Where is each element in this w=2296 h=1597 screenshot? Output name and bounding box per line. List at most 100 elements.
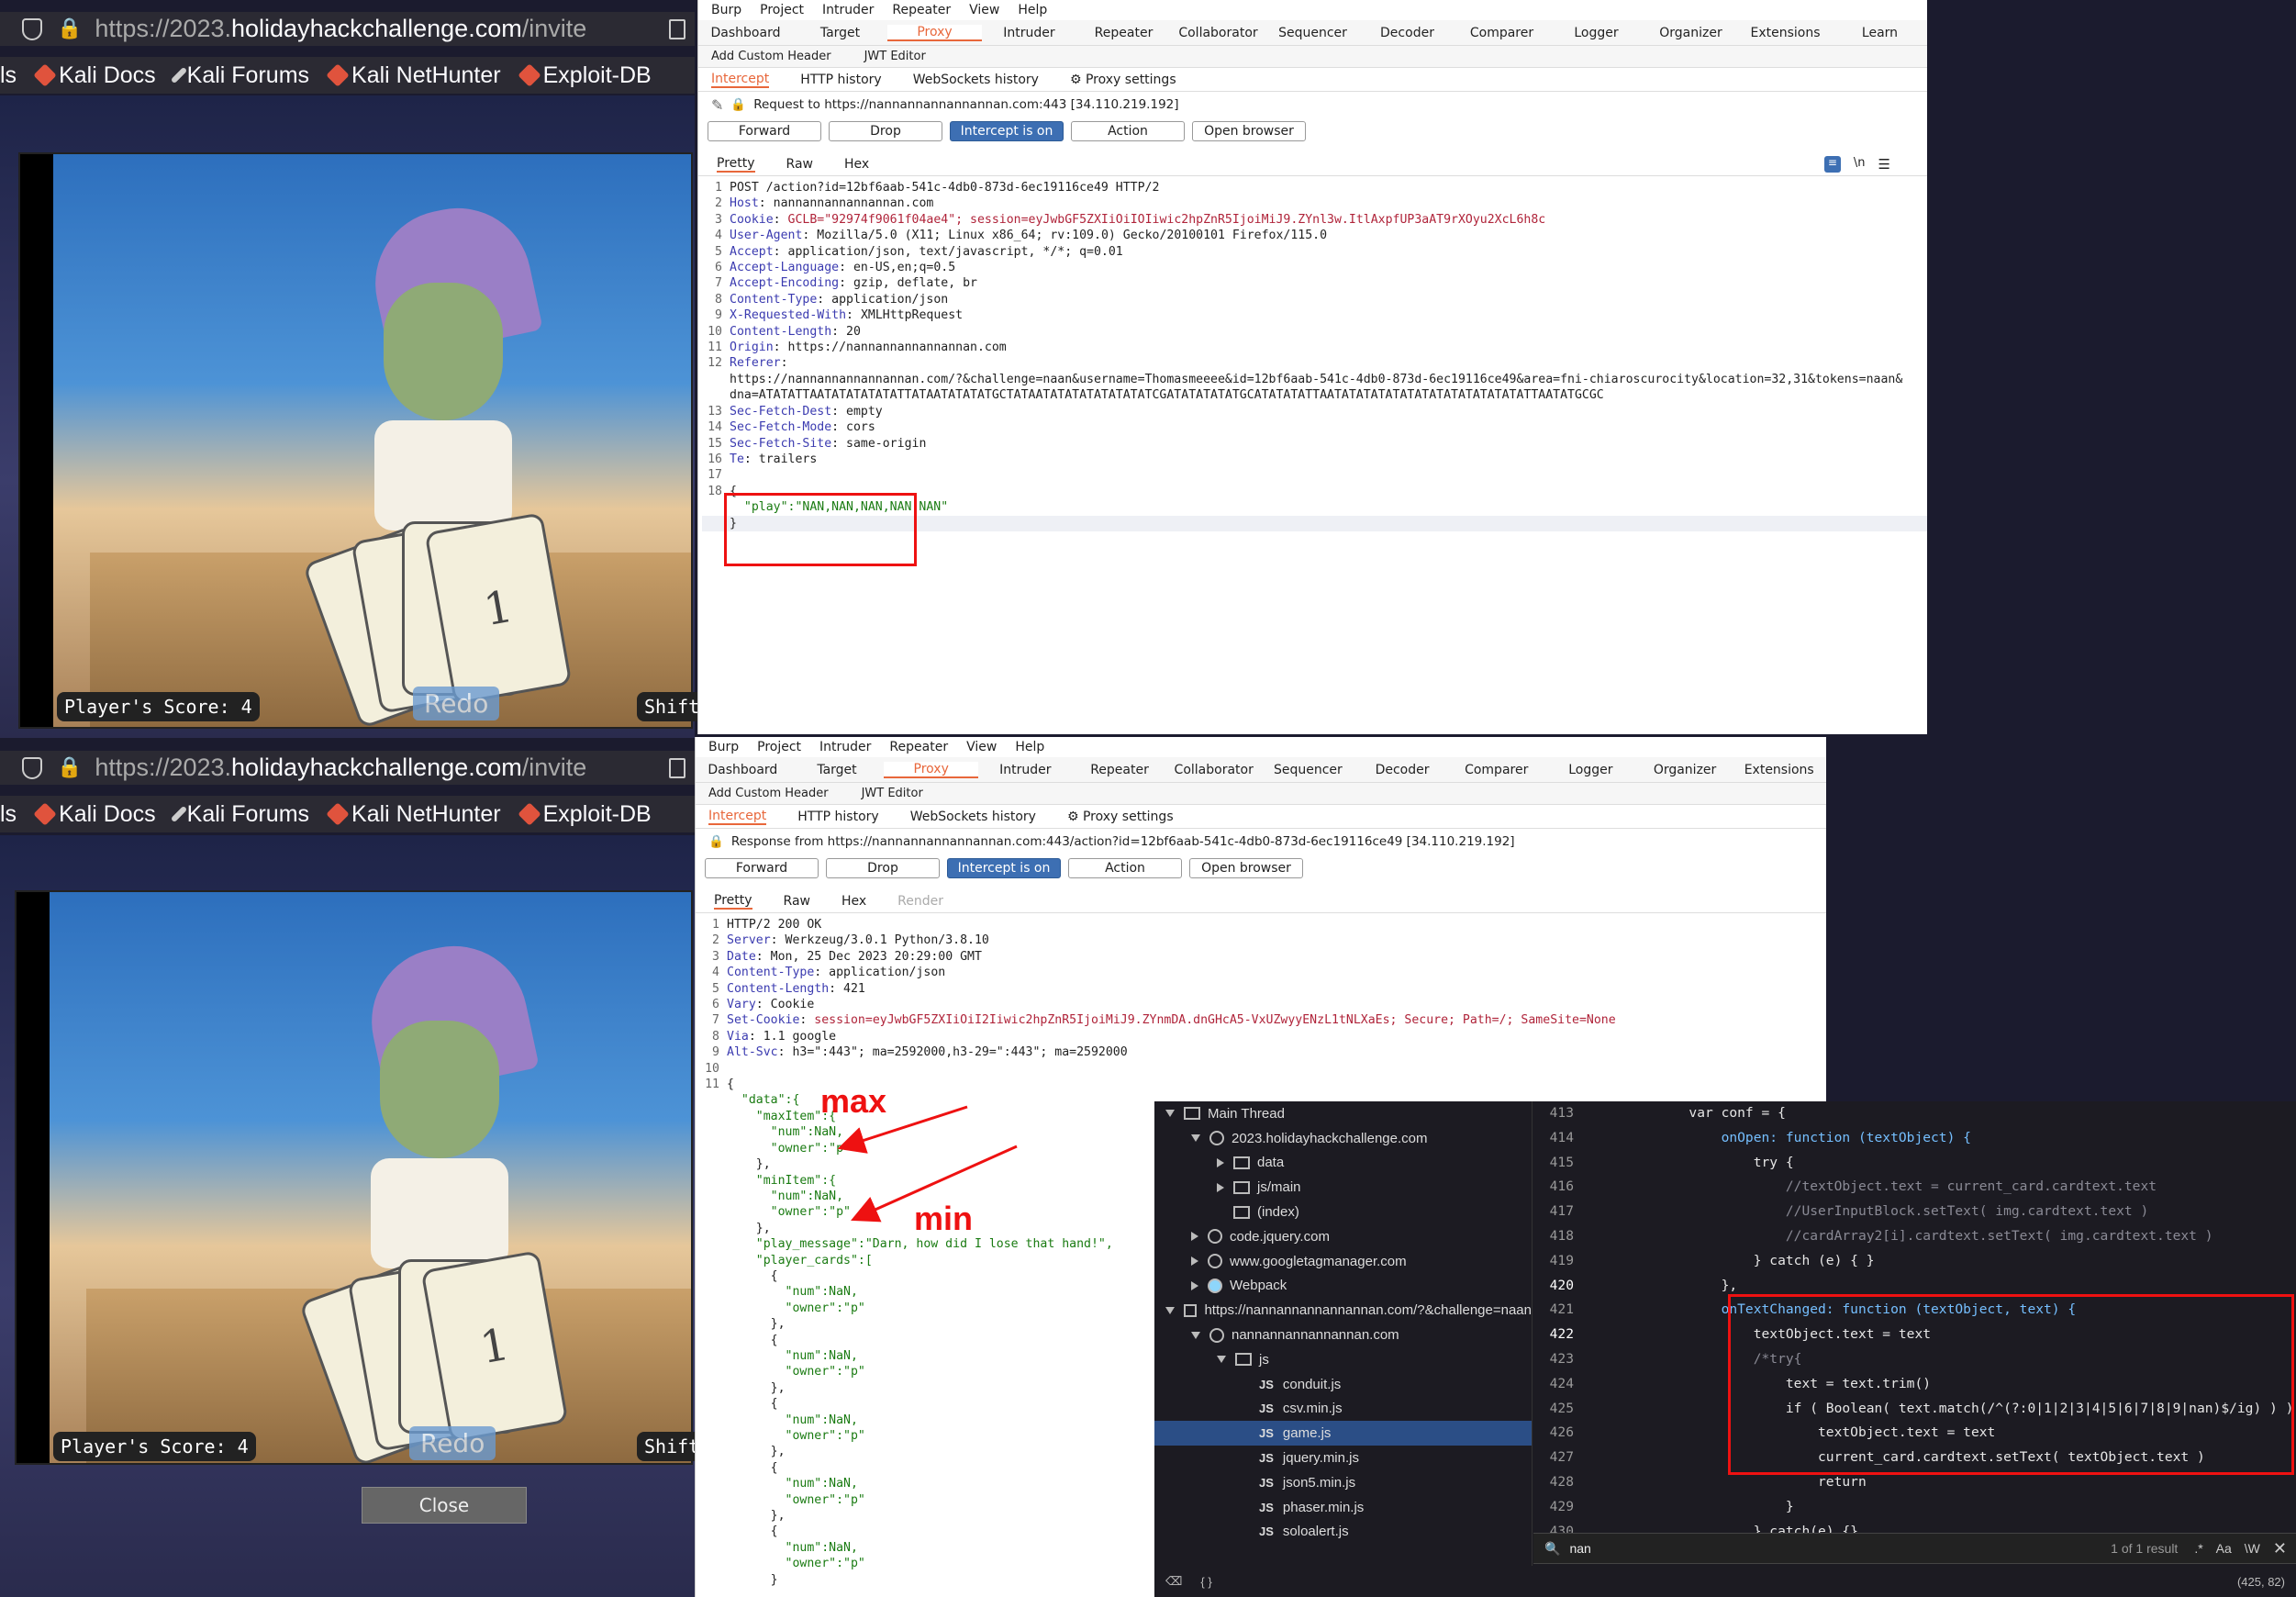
tab-proxy-settings[interactable]: ⚙ Proxy settings [1070, 73, 1176, 87]
source-map-icon[interactable]: ⌫ [1165, 1574, 1182, 1589]
menu-item-help[interactable]: Help [1018, 3, 1047, 17]
chevron-down-icon[interactable] [1165, 1110, 1175, 1118]
tab-extensions[interactable]: Extensions [1732, 763, 1826, 777]
tree-item-js-main[interactable]: js/main [1154, 1175, 1532, 1200]
close-icon[interactable]: ✕ [2273, 1539, 2287, 1558]
tree-item-https-nannannannannannan-com-challenge-naan[interactable]: https://nannannannannannan.com/?&challen… [1154, 1298, 1532, 1323]
wrap-lines-icon[interactable]: ≡ [1823, 156, 1841, 173]
tree-item-json5-min-js[interactable]: JS json5.min.js [1154, 1470, 1532, 1495]
bookmark-kali-nethunter[interactable]: Kali NetHunter [326, 801, 501, 828]
menu-icon[interactable]: ☰ [1878, 156, 1890, 173]
bookmark-kali-forums[interactable]: Kali Forums [170, 801, 309, 828]
tree-item-code-jquery-com[interactable]: code.jquery.com [1154, 1224, 1532, 1249]
pretty-print-button[interactable]: { } [1200, 1575, 1211, 1589]
reader-view-icon[interactable] [669, 757, 685, 778]
tab-http-history[interactable]: HTTP history [800, 73, 881, 87]
tree-item-phaser-min-js[interactable]: JS phaser.min.js [1154, 1495, 1532, 1520]
tab-hex[interactable]: Hex [844, 157, 869, 172]
address-bar[interactable]: 🔒 https://2023.holidayhackchallenge.com/… [0, 751, 695, 785]
shift-button[interactable]: Shift [637, 692, 708, 721]
address-bar[interactable]: 🔒 https://2023.holidayhackchallenge.com/… [0, 12, 695, 46]
redo-button[interactable]: Redo [409, 1426, 496, 1460]
tree-item-csv-min-js[interactable]: JS csv.min.js [1154, 1397, 1532, 1422]
chevron-down-icon[interactable] [1191, 1134, 1200, 1143]
drop-button[interactable]: Drop [829, 121, 942, 141]
chevron-right-icon[interactable] [1191, 1232, 1198, 1242]
tab-collaborator[interactable]: Collaborator [1171, 26, 1265, 40]
tab-repeater[interactable]: Repeater [1076, 26, 1171, 40]
forward-button[interactable]: Forward [708, 121, 821, 141]
tree-item-conduit-js[interactable]: JS conduit.js [1154, 1372, 1532, 1397]
game-canvas[interactable]: 1 Player's Score: 4 Redo Shift [18, 152, 708, 729]
tab-organizer[interactable]: Organizer [1638, 763, 1733, 777]
url-text[interactable]: https://2023.holidayhackchallenge.com/in… [95, 15, 586, 43]
tab-comparer[interactable]: Comparer [1449, 763, 1544, 777]
tab-extensions[interactable]: Extensions [1738, 26, 1833, 40]
tab-decoder[interactable]: Decoder [1355, 763, 1450, 777]
chevron-right-icon[interactable] [1217, 1157, 1224, 1167]
chevron-right-icon[interactable] [1191, 1280, 1198, 1290]
redo-button[interactable]: Redo [413, 687, 500, 720]
tree-item-webpack[interactable]: Webpack [1154, 1274, 1532, 1299]
tree-item-nannannannannannan-com[interactable]: nannannannannannan.com [1154, 1323, 1532, 1347]
request-body[interactable]: 1 POST /action?id=12bf6aab-541c-4db0-873d… [698, 180, 1927, 531]
tab-decoder[interactable]: Decoder [1360, 26, 1455, 40]
tab-sequencer[interactable]: Sequencer [1265, 26, 1360, 40]
bookmark-kali-nethunter[interactable]: Kali NetHunter [326, 62, 501, 89]
chevron-right-icon[interactable] [1217, 1182, 1224, 1192]
reader-view-icon[interactable] [669, 18, 685, 39]
tree-item-main-thread[interactable]: Main Thread [1154, 1101, 1532, 1126]
newline-icon[interactable]: \n [1854, 156, 1866, 173]
bookmark-exploit-db[interactable]: Exploit-DB [517, 62, 652, 89]
tab-websockets-history[interactable]: WebSockets history [913, 73, 1039, 87]
close-button[interactable]: Close [362, 1487, 527, 1524]
bookmark-ls[interactable]: ls [0, 62, 17, 89]
bookmark-kali-docs[interactable]: Kali Docs [33, 62, 156, 89]
tree-item--index-[interactable]: (index) [1154, 1200, 1532, 1224]
open-browser-button[interactable]: Open browser [1192, 121, 1306, 141]
tab-logger[interactable]: Logger [1544, 763, 1638, 777]
tab-jwt-editor[interactable]: JWT Editor [864, 50, 926, 63]
tree-item-js[interactable]: js [1154, 1347, 1532, 1372]
whole-word-toggle[interactable]: \W [2245, 1541, 2260, 1556]
tree-item-soloalert-js[interactable]: JS soloalert.js [1154, 1520, 1532, 1545]
tab-logger[interactable]: Logger [1549, 26, 1644, 40]
menu-item-project[interactable]: Project [760, 3, 804, 17]
tree-item-www-googletagmanager-com[interactable]: www.googletagmanager.com [1154, 1249, 1532, 1274]
tab-comparer[interactable]: Comparer [1455, 26, 1549, 40]
chevron-down-icon[interactable] [1165, 1306, 1175, 1314]
game-canvas[interactable]: 1 Player's Score: 4 Redo Shift [15, 890, 708, 1465]
search-input[interactable]: nan [1569, 1541, 1590, 1556]
tree-item-2023-holidayhackchallenge-com[interactable]: 2023.holidayhackchallenge.com [1154, 1126, 1532, 1151]
bookmark-ls[interactable]: ls [0, 801, 17, 828]
menu-item-view[interactable]: View [969, 3, 999, 17]
url-text[interactable]: https://2023.holidayhackchallenge.com/in… [95, 754, 586, 782]
menu-item-intruder[interactable]: Intruder [822, 3, 874, 17]
intercept-toggle-button[interactable]: Intercept is on [950, 121, 1064, 141]
action-button[interactable]: Action [1071, 121, 1185, 141]
bookmark-kali-docs[interactable]: Kali Docs [33, 801, 156, 828]
chevron-right-icon[interactable] [1191, 1256, 1198, 1267]
bookmark-exploit-db[interactable]: Exploit-DB [517, 801, 652, 828]
tab-raw[interactable]: Raw [786, 157, 813, 172]
tree-item-jquery-min-js[interactable]: JS jquery.min.js [1154, 1446, 1532, 1470]
tab-target[interactable]: Target [793, 26, 887, 40]
tab-add-custom-header[interactable]: Add Custom Header [711, 50, 831, 63]
tab-pretty[interactable]: Pretty [717, 156, 755, 173]
tab-intruder[interactable]: Intruder [982, 26, 1076, 40]
tree-item-game-js[interactable]: JS game.js [1154, 1421, 1532, 1446]
tab-learn[interactable]: Learn [1833, 26, 1927, 40]
tab-sequencer[interactable]: Sequencer [1261, 763, 1355, 777]
menu-item-repeater[interactable]: Repeater [892, 3, 951, 17]
tree-item-data[interactable]: data [1154, 1151, 1532, 1176]
tab-proxy[interactable]: Proxy [887, 24, 982, 41]
bookmark-kali-forums[interactable]: Kali Forums [170, 62, 309, 89]
case-toggle[interactable]: Aa [2216, 1541, 2232, 1556]
tab-organizer[interactable]: Organizer [1644, 26, 1738, 40]
menu-item-burp[interactable]: Burp [711, 3, 741, 17]
tab-intercept[interactable]: Intercept [711, 72, 770, 88]
chevron-down-icon[interactable] [1191, 1331, 1200, 1339]
regex-toggle[interactable]: .* [2194, 1541, 2202, 1556]
chevron-down-icon[interactable] [1217, 1356, 1226, 1364]
pencil-icon[interactable]: ✎ [711, 96, 723, 114]
